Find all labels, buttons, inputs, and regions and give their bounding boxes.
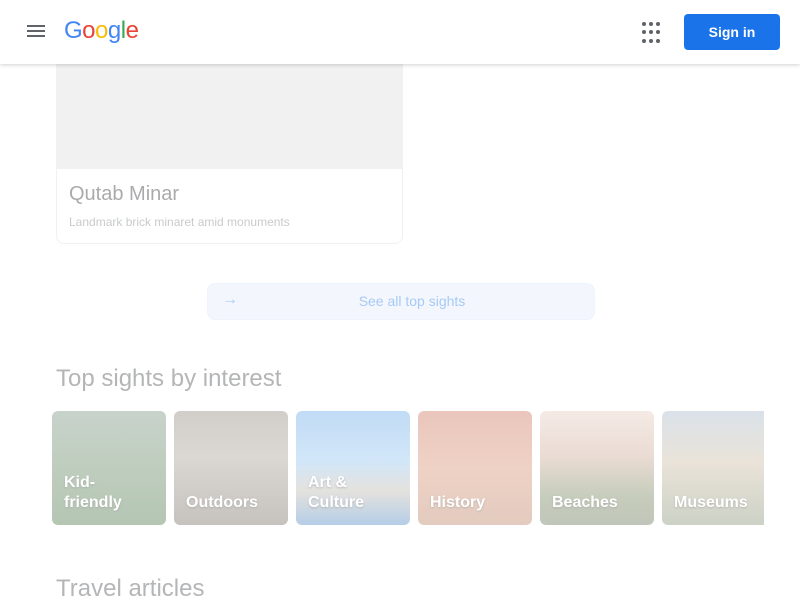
tile-label: Beaches bbox=[552, 494, 618, 511]
tile-label: History bbox=[430, 494, 486, 511]
page-content: Qutab Minar Landmark brick minaret amid … bbox=[0, 0, 800, 602]
interest-tiles: Kid- friendly Outdoors Art & Culture His… bbox=[52, 411, 764, 525]
sign-in-button[interactable]: Sign in bbox=[684, 14, 780, 50]
sight-card-title: Qutab Minar bbox=[69, 183, 180, 205]
apps-grid-icon[interactable] bbox=[641, 21, 665, 45]
see-all-label: See all top sights bbox=[358, 293, 466, 309]
google-logo[interactable]: Google bbox=[64, 17, 139, 45]
interest-tile-art-culture[interactable]: Art & Culture bbox=[296, 411, 410, 525]
tile-label: Outdoors bbox=[186, 494, 258, 511]
tile-label: Kid- friendly bbox=[64, 474, 122, 511]
interest-tile-kid-friendly[interactable]: Kid- friendly bbox=[52, 411, 166, 525]
section-title-articles: Travel articles bbox=[56, 575, 205, 602]
tile-label: Museums bbox=[674, 494, 748, 511]
interest-tile-beaches[interactable]: Beaches bbox=[540, 411, 654, 525]
hamburger-menu-icon[interactable] bbox=[24, 20, 48, 44]
see-all-top-sights-button[interactable]: → See all top sights bbox=[207, 283, 595, 320]
interest-tile-history[interactable]: History bbox=[418, 411, 532, 525]
section-title-interest: Top sights by interest bbox=[56, 365, 282, 392]
tile-label: Art & Culture bbox=[308, 474, 364, 511]
top-app-bar: Google Sign in bbox=[0, 0, 800, 64]
sight-card-subtitle: Landmark brick minaret amid monuments bbox=[69, 215, 290, 229]
interest-tile-museums[interactable]: Museums bbox=[662, 411, 764, 525]
interest-tile-outdoors[interactable]: Outdoors bbox=[174, 411, 288, 525]
